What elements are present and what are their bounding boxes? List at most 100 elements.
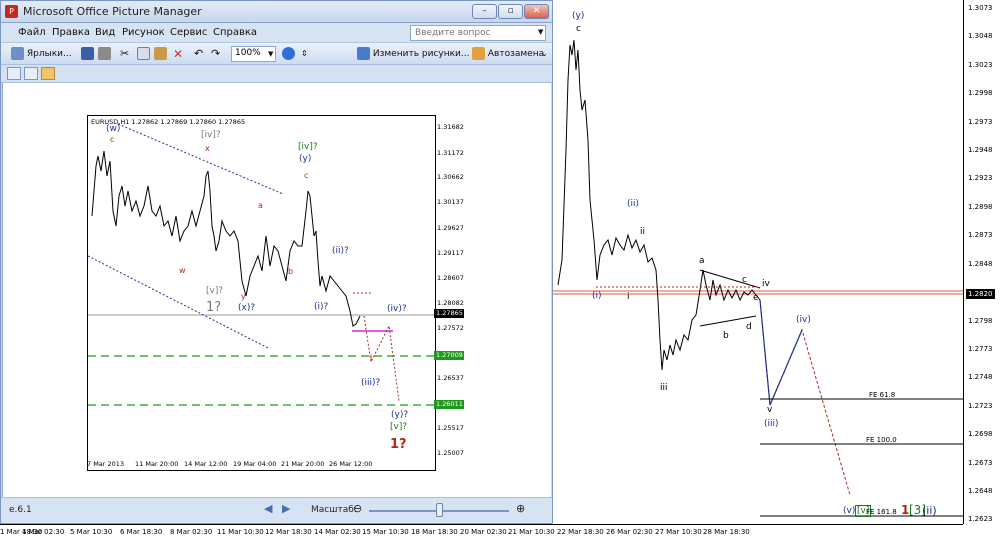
prev-picture-button[interactable]: ◀ xyxy=(264,502,272,515)
menu-file[interactable]: Файл xyxy=(18,27,46,38)
time-tick: 14 Mar 02:30 xyxy=(314,528,361,536)
inner-label-iii-q: (iii)? xyxy=(361,378,381,388)
print-button[interactable] xyxy=(98,46,111,62)
menu-tools[interactable]: Сервис xyxy=(170,27,207,38)
paste-icon xyxy=(154,47,167,60)
inner-chart: EURUSD,H1 1.27862 1.27869 1.27860 1.2786… xyxy=(87,115,436,471)
inner-label-x: x xyxy=(205,144,210,153)
mt-price-axis: 1.3073 1.3048 1.3023 1.2998 1.2973 1.294… xyxy=(963,0,1000,524)
shortcuts-button[interactable]: Ярлыки... xyxy=(11,46,72,62)
inner-label-one-red: 1? xyxy=(390,437,407,452)
wave-label-ii-small: ii xyxy=(640,227,646,237)
inner-price-tick: 1.26537 xyxy=(437,374,464,382)
zoom-out-icon[interactable]: ⊖ xyxy=(353,502,362,515)
inner-time-axis: 7 Mar 2013 11 Mar 20:00 14 Mar 12:00 19 … xyxy=(87,460,436,472)
menu-view[interactable]: Вид xyxy=(95,27,115,38)
price-tick: 1.3073 xyxy=(968,4,993,12)
inner-label-y: (y) xyxy=(299,154,312,164)
target-v-paren: (v) xyxy=(843,506,856,516)
print-icon xyxy=(98,47,111,60)
menu-picture[interactable]: Рисунок xyxy=(122,27,165,38)
menu-help[interactable]: Справка xyxy=(213,27,257,38)
inner-label-y-q: (y)? xyxy=(391,410,409,420)
price-tick: 1.2748 xyxy=(968,373,993,381)
time-tick: 8 Mar 02:30 xyxy=(170,528,213,536)
view-toolbar xyxy=(1,65,552,83)
wave-label-iii-small: iii xyxy=(660,383,668,393)
toolbar-more-icon[interactable]: ⌄ xyxy=(541,46,548,62)
save-icon xyxy=(81,47,94,60)
wave-label-ii-blue: (ii) xyxy=(627,199,640,209)
picture-manager-window[interactable]: P Microsoft Office Picture Manager – ▫ ✕… xyxy=(0,0,553,524)
time-tick: 6 Mar 18:30 xyxy=(120,528,163,536)
single-picture-view-button[interactable] xyxy=(41,67,55,80)
inner-price-tick: 1.25007 xyxy=(437,449,464,457)
mt-time-axis: 1 Mar 18:30 4 Mar 02:30 5 Mar 10:30 6 Ma… xyxy=(0,524,963,539)
inner-price-tick: 1.29117 xyxy=(437,249,464,257)
time-tick: 22 Mar 18:30 xyxy=(557,528,604,536)
search-dropdown-icon[interactable]: ▼ xyxy=(538,28,543,36)
price-tick: 1.2698 xyxy=(968,430,993,438)
inner-price-tick: 1.27572 xyxy=(437,324,464,332)
undo-button[interactable]: ↶ xyxy=(194,46,203,62)
wave-label-v: v xyxy=(767,405,773,415)
help-button[interactable] xyxy=(282,46,295,62)
wave-label-a: a xyxy=(699,256,705,266)
wave-label-b: b xyxy=(723,331,729,341)
toolbar-options-icon[interactable]: ⇕ xyxy=(301,46,308,62)
paste-button[interactable] xyxy=(154,46,167,62)
price-tick: 1.2898 xyxy=(968,203,993,211)
time-tick: 28 Mar 18:30 xyxy=(703,528,750,536)
autofix-button[interactable]: Автозамена xyxy=(472,46,544,62)
copy-button[interactable] xyxy=(137,46,150,62)
wave-label-iv-blue: (iv) xyxy=(796,315,811,325)
shortcuts-label: Ярлыки... xyxy=(26,49,72,59)
price-tick: 1.2848 xyxy=(968,260,993,268)
price-tick: 1.2723 xyxy=(968,402,993,410)
price-tick: 1.2798 xyxy=(968,317,993,325)
thumbnail-view-button[interactable] xyxy=(7,67,21,80)
save-button[interactable] xyxy=(81,46,94,62)
wave-label-c2: c xyxy=(742,275,747,285)
inner-label-a: a xyxy=(258,201,263,210)
target-fe-label: FE 161.8 xyxy=(866,508,897,516)
version-label: e.6.1 xyxy=(9,505,32,515)
maximize-button[interactable]: ▫ xyxy=(498,4,523,19)
price-tick: 1.2623 xyxy=(968,515,993,523)
help-icon xyxy=(282,47,295,60)
wave-label-iii-blue: (iii) xyxy=(764,419,779,429)
cut-icon: ✂ xyxy=(120,47,130,60)
edit-pictures-button[interactable]: Изменить рисунки... xyxy=(357,46,469,62)
fe-100-label: FE 100.0 xyxy=(866,436,897,444)
next-picture-button[interactable]: ▶ xyxy=(282,502,290,515)
wave-label-iv: iv xyxy=(762,279,770,289)
fe-61-label: FE 61.8 xyxy=(869,391,896,399)
delete-button[interactable]: ✕ xyxy=(173,46,183,62)
redo-button[interactable]: ↷ xyxy=(211,46,220,62)
wave-label-i-blue: (i) xyxy=(592,291,602,301)
price-tick: 1.2773 xyxy=(968,345,993,353)
inner-price-tick: 1.30662 xyxy=(437,173,464,181)
zoom-slider-thumb[interactable] xyxy=(436,503,443,517)
delete-icon: ✕ xyxy=(173,47,184,61)
help-search-input[interactable]: Введите вопрос xyxy=(410,25,546,41)
title-bar[interactable]: P Microsoft Office Picture Manager – ▫ ✕ xyxy=(1,1,552,23)
minimize-button[interactable]: – xyxy=(472,4,497,19)
window-title: Microsoft Office Picture Manager xyxy=(23,5,202,18)
inner-price-tick: 1.31682 xyxy=(437,123,464,131)
time-tick: 15 Mar 10:30 xyxy=(362,528,409,536)
inner-green-price-2: 1.26011 xyxy=(434,400,464,409)
redo-icon: ↷ xyxy=(211,47,221,60)
inner-price-tick: 1.28082 xyxy=(437,299,464,307)
inner-label-w-small: w xyxy=(179,266,186,275)
cut-button[interactable]: ✂ xyxy=(120,46,129,62)
time-tick: 4 Mar 02:30 xyxy=(22,528,65,536)
menu-edit[interactable]: Правка xyxy=(52,27,90,38)
target-ii: (ii) xyxy=(922,504,937,517)
zoom-dropdown-icon[interactable]: ▼ xyxy=(268,46,273,62)
price-tick: 1.2923 xyxy=(968,174,993,182)
wave-label-y: (y) xyxy=(572,11,585,21)
close-button[interactable]: ✕ xyxy=(524,4,549,19)
zoom-in-icon[interactable]: ⊕ xyxy=(516,502,525,515)
filmstrip-view-button[interactable] xyxy=(24,67,38,80)
